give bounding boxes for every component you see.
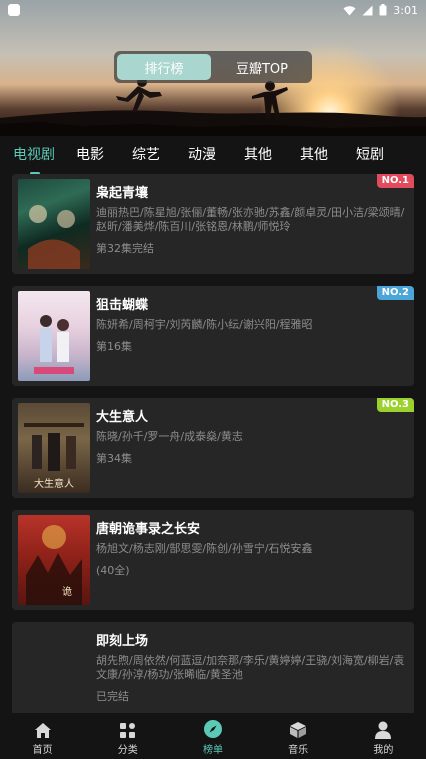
ranking-list: 枭起青壤 迪丽热巴/陈星旭/张俪/董畅/张亦驰/苏鑫/颜卓灵/田小洁/梁颂晴/赵… xyxy=(12,174,414,734)
nav-label: 音乐 xyxy=(288,744,309,756)
item-status: 第32集完结 xyxy=(96,242,154,255)
nav-label: 榜单 xyxy=(202,744,223,756)
hero-banner: 排行榜 豆瓣TOP xyxy=(0,0,426,136)
nav-label: 我的 xyxy=(373,744,394,756)
item-status: (40全) xyxy=(96,564,130,577)
list-item[interactable]: 枭起青壤 迪丽热巴/陈星旭/张俪/董畅/张亦驰/苏鑫/颜卓灵/田小洁/梁颂晴/赵… xyxy=(12,174,414,274)
item-cast: 杨旭文/杨志刚/郜思雯/陈创/孙雪宁/石悦安鑫 xyxy=(96,542,313,555)
app-notification-icon xyxy=(8,4,20,16)
rank-badge: NO.1 xyxy=(376,174,414,188)
poster-image: 大生意人 xyxy=(18,403,90,493)
item-cast: 陈晓/孙千/罗一舟/成泰燊/黄志 xyxy=(96,430,243,443)
tab-other-1[interactable]: 其他 xyxy=(230,141,286,169)
segment-ranking[interactable]: 排行榜 xyxy=(117,54,211,80)
nav-label: 首页 xyxy=(32,744,53,756)
rank-badge: NO.2 xyxy=(376,286,414,300)
poster-image xyxy=(18,627,90,717)
list-item[interactable]: 大生意人 大生意人 陈晓/孙千/罗一舟/成泰燊/黄志 第34集 NO.3 xyxy=(12,398,414,498)
item-status: 已完结 xyxy=(96,690,129,703)
battery-icon xyxy=(379,4,387,16)
list-item[interactable]: 诡 唐朝诡事录之长安 杨旭文/杨志刚/郜思雯/陈创/孙雪宁/石悦安鑫 (40全) xyxy=(12,510,414,610)
home-icon xyxy=(34,722,51,738)
nav-category[interactable]: 分类 xyxy=(98,717,158,756)
tab-variety[interactable]: 综艺 xyxy=(118,141,174,169)
item-title: 狙击蝴蝶 xyxy=(96,298,149,313)
music-box-icon xyxy=(290,721,307,738)
nav-label: 分类 xyxy=(117,744,138,756)
item-status: 第16集 xyxy=(96,340,132,353)
poster-image xyxy=(18,179,90,269)
item-title: 大生意人 xyxy=(96,410,149,425)
nav-profile[interactable]: 我的 xyxy=(353,717,413,756)
nav-ranking[interactable]: 榜单 xyxy=(183,717,243,756)
tab-tv-series[interactable]: 电视剧 xyxy=(6,141,62,175)
nav-music[interactable]: 音乐 xyxy=(268,717,328,756)
list-item[interactable]: 即刻上场 胡先煦/周依然/何蓝逗/加奈那/李乐/黄婷婷/王骁/刘海宽/柳岩/袁文… xyxy=(12,622,414,722)
item-title: 即刻上场 xyxy=(96,634,149,649)
tab-anime[interactable]: 动漫 xyxy=(174,141,230,169)
poster-image xyxy=(18,291,90,381)
category-icon xyxy=(120,722,136,738)
compass-icon xyxy=(203,719,222,738)
tab-movies[interactable]: 电影 xyxy=(62,141,118,169)
svg-text:诡: 诡 xyxy=(62,585,72,598)
segment-douban-top[interactable]: 豆瓣TOP xyxy=(215,54,309,80)
item-title: 枭起青壤 xyxy=(96,186,149,201)
item-title: 唐朝诡事录之长安 xyxy=(96,522,201,537)
profile-icon xyxy=(375,721,392,739)
status-time: 3:01 xyxy=(393,3,418,17)
ranking-source-segment: 排行榜 豆瓣TOP xyxy=(114,51,312,83)
nav-home[interactable]: 首页 xyxy=(13,717,73,756)
item-cast: 胡先煦/周依然/何蓝逗/加奈那/李乐/黄婷婷/王骁/刘海宽/柳岩/袁文康/孙淳/… xyxy=(96,654,405,681)
rank-badge: NO.3 xyxy=(376,398,414,412)
tab-short-drama[interactable]: 短剧 xyxy=(342,141,398,169)
category-tabs: 电视剧 电影 综艺 动漫 其他 其他 短剧 xyxy=(0,136,426,175)
list-item[interactable]: 狙击蝴蝶 陈妍希/周柯宇/刘芮麟/陈小纭/谢兴阳/程雅昭 第16集 NO.2 xyxy=(12,286,414,386)
wifi-icon xyxy=(343,5,356,15)
item-status: 第34集 xyxy=(96,452,132,465)
item-cast: 迪丽热巴/陈星旭/张俪/董畅/张亦驰/苏鑫/颜卓灵/田小洁/梁颂晴/赵昕/潘美烨… xyxy=(96,206,405,233)
item-cast: 陈妍希/周柯宇/刘芮麟/陈小纭/谢兴阳/程雅昭 xyxy=(96,318,313,331)
tab-other-2[interactable]: 其他 xyxy=(286,141,342,169)
poster-image: 诡 xyxy=(18,515,90,605)
bottom-navigation: 首页 分类 榜单 音乐 我的 xyxy=(0,713,426,759)
cellular-signal-icon xyxy=(362,5,373,15)
svg-text:大生意人: 大生意人 xyxy=(34,477,74,490)
status-bar: 3:01 xyxy=(0,0,426,20)
